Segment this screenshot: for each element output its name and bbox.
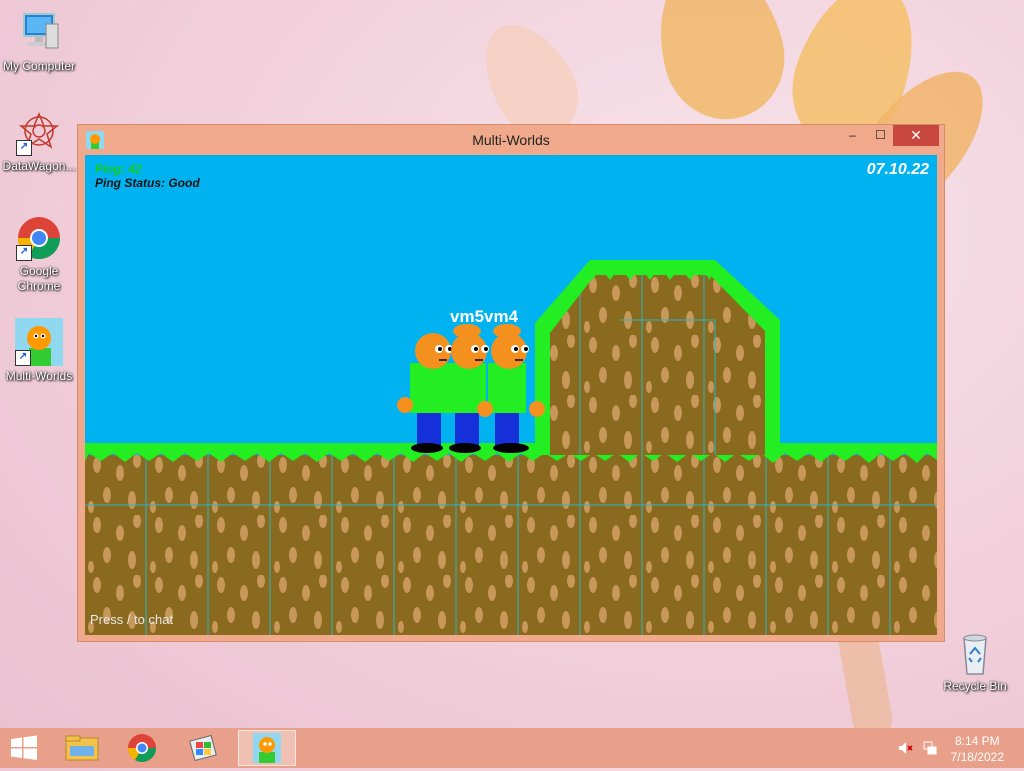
taskbar-file-explorer[interactable] <box>54 730 110 766</box>
desktop-icon-label: DataWagon... <box>2 159 76 173</box>
hill-dirt <box>550 275 765 455</box>
ground-dirt <box>85 455 937 635</box>
windows-logo-icon <box>11 735 37 760</box>
window-title: Multi-Worlds <box>472 132 550 148</box>
desktop-icon-recycle-bin[interactable]: Recycle Bin <box>937 630 1013 694</box>
player-character <box>397 333 453 453</box>
chrome-icon <box>128 734 156 762</box>
maximize-button[interactable]: ☐ <box>867 125 894 146</box>
start-button[interactable] <box>0 730 48 766</box>
player-character <box>477 324 545 453</box>
network-icon[interactable] <box>922 740 938 756</box>
close-button[interactable]: ✕ <box>893 125 939 146</box>
folder-icon <box>65 735 99 761</box>
taskbar-chrome[interactable] <box>114 730 170 766</box>
multi-worlds-icon: ↗ <box>15 318 63 366</box>
window-titlebar[interactable]: Multi-Worlds – ☐ ✕ <box>78 125 944 155</box>
desktop-icon-chrome[interactable]: ↗ Google Chrome <box>1 215 77 294</box>
ping-readout: Ping: 42 <box>95 162 142 176</box>
desktop-icon-multi-worlds[interactable]: ↗ Multi-Worlds <box>1 318 77 384</box>
desktop-icon-label: Recycle Bin <box>943 679 1007 693</box>
clock-date: 7/18/2022 <box>950 750 1004 764</box>
game-scene <box>85 260 937 635</box>
shortcut-arrow-icon: ↗ <box>15 350 31 366</box>
datawagon-icon: ↗ <box>16 110 62 156</box>
game-canvas[interactable]: Ping: 42 Ping Status: Good 07.10.22 vm5v… <box>85 155 937 635</box>
app-icon <box>189 734 217 762</box>
system-clock[interactable]: 8:14 PM 7/18/2022 <box>951 733 1004 765</box>
clock-time: 8:14 PM <box>954 734 1000 748</box>
desktop-icon-label: My Computer <box>2 59 76 73</box>
desktop-icon-my-computer[interactable]: My Computer <box>1 10 77 74</box>
taskbar-app[interactable] <box>176 730 232 766</box>
taskbar: 8:14 PM 7/18/2022 <box>0 728 1024 768</box>
desktop-icon-datawagon[interactable]: ↗ DataWagon... <box>1 110 77 174</box>
chat-hint: Press / to chat <box>90 612 174 627</box>
chrome-icon: ↗ <box>16 215 62 261</box>
desktop-icon-label: Google Chrome <box>17 264 61 293</box>
shortcut-arrow-icon: ↗ <box>16 140 32 156</box>
computer-icon <box>16 10 62 56</box>
minimize-button[interactable]: – <box>839 125 866 146</box>
player-name-label: vm5vm4 <box>450 307 519 326</box>
wallpaper-petal <box>641 0 799 133</box>
taskbar-multi-worlds[interactable] <box>238 730 296 766</box>
player-character <box>448 324 489 453</box>
game-date: 07.10.22 <box>866 161 929 178</box>
game-window: Multi-Worlds – ☐ ✕ Ping: 42 Ping Status:… <box>77 124 945 642</box>
desktop-icon-label: Multi-Worlds <box>5 369 73 383</box>
volume-muted-icon[interactable] <box>897 740 913 756</box>
shortcut-arrow-icon: ↗ <box>16 245 32 261</box>
recycle-bin-icon <box>952 630 998 676</box>
ping-status: Ping Status: Good <box>95 176 200 190</box>
multi-worlds-icon <box>253 733 281 763</box>
